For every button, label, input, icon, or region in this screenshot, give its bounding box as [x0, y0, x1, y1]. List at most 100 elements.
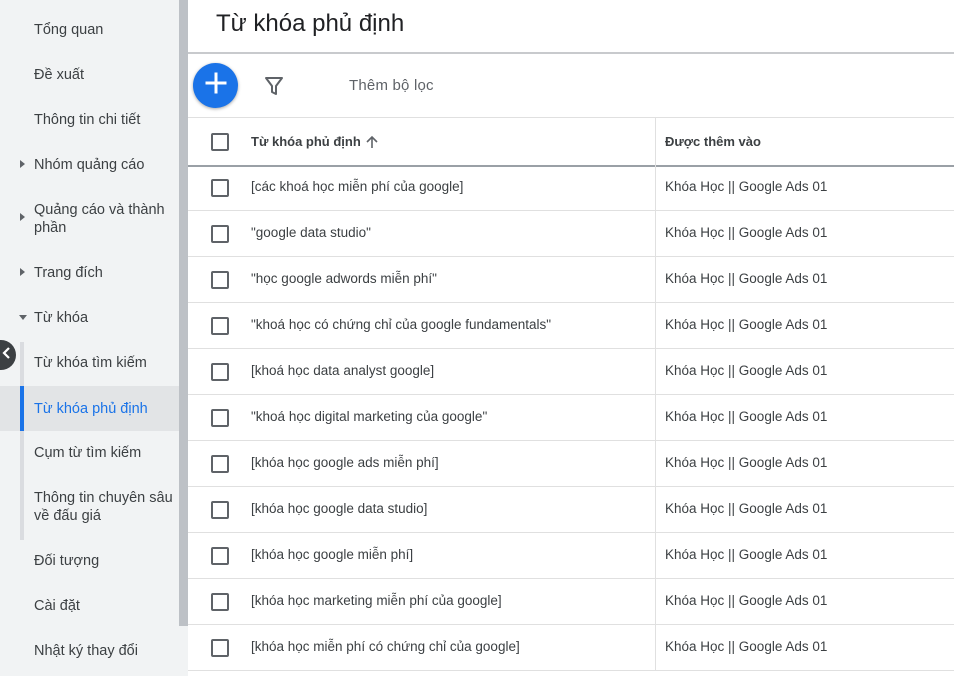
sidebar-item-label: Thông tin chuyên sâu về đấu giá: [34, 490, 173, 524]
sidebar-item-label: Từ khóa tìm kiếm: [34, 355, 147, 371]
add-negative-keyword-button[interactable]: [193, 63, 238, 108]
keyword-cell[interactable]: [khóa học google miễn phí]: [251, 547, 413, 562]
sidebar-item-label: Nhật ký thay đổi: [34, 643, 138, 659]
added-to-cell[interactable]: Khóa Học || Google Ads 01: [665, 179, 827, 194]
table-row: [khóa học miễn phí có chứng chỉ của goog…: [188, 625, 954, 671]
sidebar-item-insights[interactable]: Thông tin chi tiết: [0, 111, 179, 131]
table-row: "khoá học digital marketing của google" K…: [188, 395, 954, 441]
sidebar-item-negative-keywords[interactable]: Từ khóa phủ định: [0, 386, 179, 431]
sidebar-item-search-terms[interactable]: Cụm từ tìm kiếm: [0, 444, 179, 464]
table-row: "khoá học có chứng chỉ của google fundam…: [188, 303, 954, 349]
column-divider: [655, 211, 656, 256]
sidebar-item-landing-pages[interactable]: Trang đích: [0, 264, 179, 284]
page-title: Từ khóa phủ định: [216, 10, 405, 37]
added-to-cell[interactable]: Khóa Học || Google Ads 01: [665, 363, 827, 378]
added-to-cell[interactable]: Khóa Học || Google Ads 01: [665, 225, 827, 240]
keyword-cell[interactable]: [khoá học data analyst google]: [251, 363, 434, 378]
keyword-cell[interactable]: [khóa học miễn phí có chứng chỉ của goog…: [251, 639, 520, 654]
keyword-cell[interactable]: "học google adwords miễn phí": [251, 271, 437, 286]
added-to-cell[interactable]: Khóa Học || Google Ads 01: [665, 593, 827, 608]
column-divider: [655, 441, 656, 486]
column-divider: [655, 579, 656, 624]
row-checkbox[interactable]: [211, 639, 229, 657]
table-header: Từ khóa phủ định Được thêm vào: [188, 117, 954, 167]
added-to-cell[interactable]: Khóa Học || Google Ads 01: [665, 639, 827, 654]
added-to-cell[interactable]: Khóa Học || Google Ads 01: [665, 409, 827, 424]
keyword-cell[interactable]: "google data studio": [251, 225, 371, 240]
sidebar-item-label: Trang đích: [34, 265, 103, 281]
row-checkbox[interactable]: [211, 225, 229, 243]
row-checkbox[interactable]: [211, 501, 229, 519]
select-all-checkbox[interactable]: [211, 133, 229, 151]
column-divider: [655, 349, 656, 394]
column-divider: [655, 118, 656, 165]
column-divider: [655, 165, 656, 210]
add-filter-button[interactable]: Thêm bộ lọc: [349, 77, 434, 94]
column-divider: [655, 395, 656, 440]
column-divider: [655, 533, 656, 578]
table-row: [khóa học google data studio] Khóa Học ||…: [188, 487, 954, 533]
sidebar-item-search-keywords[interactable]: Từ khóa tìm kiếm: [0, 354, 179, 374]
keyword-cell[interactable]: [khóa học marketing miễn phí của google]: [251, 593, 502, 608]
row-checkbox[interactable]: [211, 179, 229, 197]
keyword-cell[interactable]: [các khoá học miễn phí của google]: [251, 179, 463, 194]
filter-icon[interactable]: [263, 75, 285, 97]
added-to-cell[interactable]: Khóa Học || Google Ads 01: [665, 271, 827, 286]
collapse-arrow-icon: [19, 315, 27, 320]
sidebar-item-ads-assets[interactable]: Quảng cáo và thành phần: [0, 201, 179, 239]
close-icon: [0, 346, 14, 365]
column-header-added-to[interactable]: Được thêm vào: [665, 134, 761, 149]
sidebar-item-label: Cài đặt: [34, 598, 80, 614]
sidebar: Tổng quan Đề xuất Thông tin chi tiết Nhó…: [0, 0, 179, 676]
sidebar-item-keywords[interactable]: Từ khóa: [0, 309, 179, 329]
row-checkbox[interactable]: [211, 317, 229, 335]
keyword-cell[interactable]: [khóa học google data studio]: [251, 501, 427, 516]
row-checkbox[interactable]: [211, 271, 229, 289]
row-checkbox[interactable]: [211, 593, 229, 611]
column-divider: [655, 257, 656, 302]
sidebar-item-settings[interactable]: Cài đặt: [0, 597, 179, 617]
keyword-cell[interactable]: "khoá học digital marketing của google": [251, 409, 487, 424]
expand-arrow-icon: [20, 213, 25, 221]
arrow-up-icon[interactable]: [365, 135, 379, 149]
sidebar-scrollbar[interactable]: [179, 0, 188, 626]
added-to-cell[interactable]: Khóa Học || Google Ads 01: [665, 501, 827, 516]
column-divider: [655, 303, 656, 348]
table-row: [khoá học data analyst google] Khóa Học |…: [188, 349, 954, 395]
table-row: [khóa học marketing miễn phí của google]…: [188, 579, 954, 625]
sidebar-item-label: Từ khóa: [34, 310, 89, 326]
scrollbar-track: [179, 626, 188, 676]
sidebar-item-label: Quảng cáo và thành phần: [34, 202, 165, 236]
added-to-cell[interactable]: Khóa Học || Google Ads 01: [665, 455, 827, 470]
row-checkbox[interactable]: [211, 547, 229, 565]
header-divider: [188, 52, 954, 54]
sidebar-item-change-history[interactable]: Nhật ký thay đổi: [0, 642, 179, 662]
column-header-keyword[interactable]: Từ khóa phủ định: [251, 134, 361, 149]
sidebar-item-audiences[interactable]: Đối tượng: [0, 552, 179, 572]
row-checkbox[interactable]: [211, 363, 229, 381]
added-to-cell[interactable]: Khóa Học || Google Ads 01: [665, 547, 827, 562]
table-row: "học google adwords miễn phí" Khóa Học ||…: [188, 257, 954, 303]
table-row: [các khoá học miễn phí của google] Khóa H…: [188, 165, 954, 211]
sidebar-item-ad-groups[interactable]: Nhóm quảng cáo: [0, 156, 179, 176]
keyword-cell[interactable]: "khoá học có chứng chỉ của google fundam…: [251, 317, 551, 332]
row-checkbox[interactable]: [211, 455, 229, 473]
row-checkbox[interactable]: [211, 409, 229, 427]
sidebar-item-label: Từ khóa phủ định: [34, 401, 148, 417]
sidebar-item-label: Đối tượng: [34, 553, 100, 569]
column-divider: [655, 625, 656, 670]
active-indicator: [20, 386, 24, 431]
sidebar-item-label: Cụm từ tìm kiếm: [34, 445, 142, 461]
keyword-cell[interactable]: [khóa học google ads miễn phí]: [251, 455, 439, 470]
sidebar-item-label: Thông tin chi tiết: [34, 112, 141, 128]
sidebar-item-overview[interactable]: Tổng quan: [0, 21, 179, 41]
sidebar-item-label: Đề xuất: [34, 67, 84, 83]
added-to-cell[interactable]: Khóa Học || Google Ads 01: [665, 317, 827, 332]
sidebar-item-auction-insights[interactable]: Thông tin chuyên sâu về đấu giá: [0, 489, 179, 527]
sidebar-item-recommendations[interactable]: Đề xuất: [0, 66, 179, 86]
table-row: [khóa học google miễn phí] Khóa Học || Go…: [188, 533, 954, 579]
table-row: "google data studio" Khóa Học || Google A…: [188, 211, 954, 257]
table-row: [khóa học google ads miễn phí] Khóa Học |…: [188, 441, 954, 487]
expand-arrow-icon: [20, 160, 25, 168]
expand-arrow-icon: [20, 268, 25, 276]
